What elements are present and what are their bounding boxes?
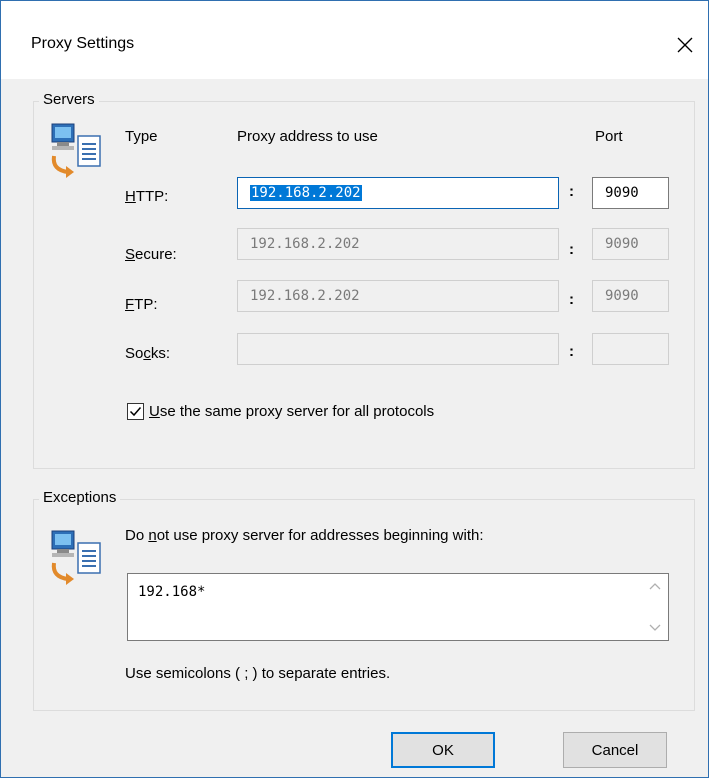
- exceptions-description: Do not use proxy server for addresses be…: [125, 527, 484, 544]
- label-accelerator: F: [125, 296, 135, 313]
- label-accelerator: n: [148, 527, 157, 544]
- exceptions-scrollbar[interactable]: [642, 574, 668, 640]
- same-proxy-checkbox[interactable]: [127, 403, 144, 420]
- exceptions-hint: Use semicolons ( ; ) to separate entries…: [125, 665, 391, 682]
- secure-port-value: 9090: [605, 236, 639, 252]
- secure-label: Secure:: [125, 246, 177, 263]
- socks-label: Socks:: [125, 345, 170, 362]
- http-colon: :: [569, 183, 574, 200]
- close-icon: [677, 37, 693, 53]
- ftp-address-value: 192.168.2.202: [250, 288, 360, 304]
- ftp-colon: :: [569, 291, 574, 308]
- ftp-label: FTP:: [125, 296, 158, 313]
- http-address-value: 192.168.2.202: [250, 185, 362, 201]
- proxy-settings-dialog: Proxy Settings Servers Type Proxy addres…: [0, 0, 709, 778]
- address-header: Proxy address to use: [237, 128, 378, 145]
- ftp-address-input[interactable]: 192.168.2.202: [237, 280, 559, 312]
- label-part: ecure:: [135, 246, 177, 263]
- label-accelerator: c: [143, 345, 151, 362]
- exceptions-value: 192.168*: [138, 584, 206, 600]
- label-part: ot use proxy server for addresses beginn…: [156, 527, 484, 544]
- label-part: So: [125, 345, 144, 362]
- same-proxy-label[interactable]: Use the same proxy server for all protoc…: [149, 403, 434, 420]
- port-header: Port: [595, 128, 623, 145]
- dialog-title: Proxy Settings: [31, 35, 135, 52]
- http-port-value: 9090: [605, 185, 639, 201]
- network-computer-icon: [51, 530, 101, 585]
- type-header: Type: [125, 128, 158, 145]
- ok-button[interactable]: OK: [391, 732, 495, 768]
- secure-colon: :: [569, 241, 574, 258]
- socks-port-input[interactable]: [592, 333, 669, 365]
- http-port-input[interactable]: 9090: [592, 177, 669, 209]
- servers-group-label: Servers: [39, 91, 99, 108]
- secure-port-input[interactable]: 9090: [592, 228, 669, 260]
- secure-address-input[interactable]: 192.168.2.202: [237, 228, 559, 260]
- network-computer-icon: [51, 123, 101, 178]
- label-accelerator: U: [149, 403, 160, 420]
- socks-colon: :: [569, 343, 574, 360]
- socks-address-input[interactable]: [237, 333, 559, 365]
- label-accelerator: H: [125, 188, 136, 205]
- ftp-port-value: 9090: [605, 288, 639, 304]
- label-part: se the same proxy server for all protoco…: [159, 403, 435, 420]
- cancel-button[interactable]: Cancel: [563, 732, 667, 768]
- close-button[interactable]: [662, 25, 708, 65]
- http-label: HTTP:: [125, 188, 168, 205]
- chevron-down-icon[interactable]: [649, 624, 661, 632]
- http-address-input[interactable]: 192.168.2.202: [237, 177, 559, 209]
- label-part: TP:: [134, 296, 158, 313]
- checkmark-icon: [129, 407, 142, 417]
- label-accelerator: S: [125, 246, 136, 263]
- label-part: ks:: [150, 345, 171, 362]
- label-part: TTP:: [135, 188, 169, 205]
- exceptions-textarea[interactable]: 192.168*: [127, 573, 669, 641]
- label-part: Do: [125, 527, 149, 544]
- chevron-up-icon[interactable]: [649, 582, 661, 590]
- title-bar: Proxy Settings: [1, 1, 708, 79]
- ftp-port-input[interactable]: 9090: [592, 280, 669, 312]
- exceptions-group-label: Exceptions: [39, 489, 121, 506]
- secure-address-value: 192.168.2.202: [250, 236, 360, 252]
